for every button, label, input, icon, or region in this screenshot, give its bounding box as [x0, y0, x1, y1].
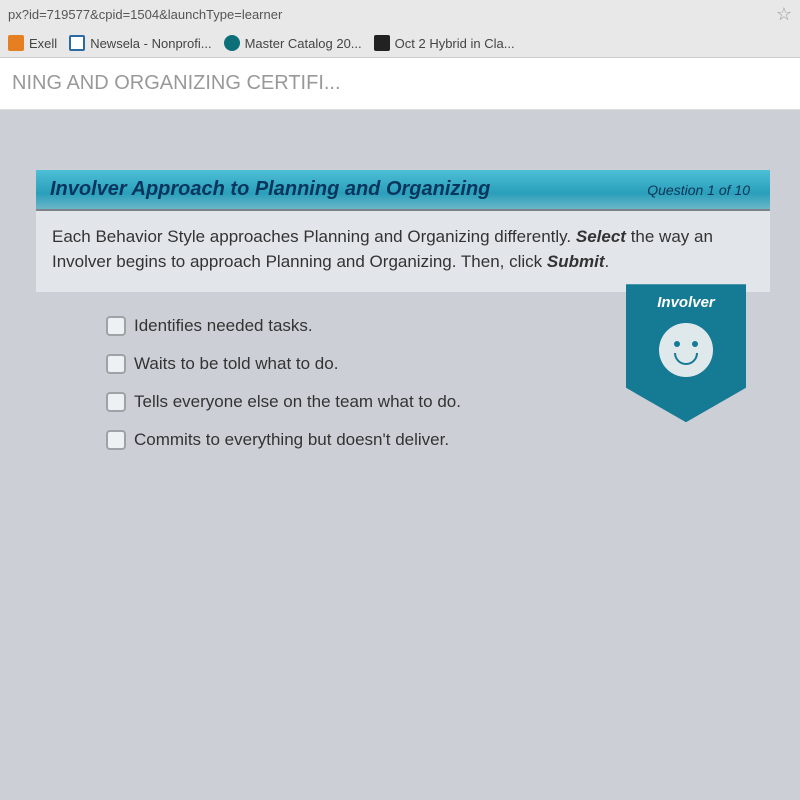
bookmark-label: Exell: [29, 36, 57, 51]
question-counter: Question 1 of 10: [647, 182, 750, 198]
option-text: Identifies needed tasks.: [134, 316, 313, 336]
option-text: Tells everyone else on the team what to …: [134, 392, 461, 412]
checkbox-icon[interactable]: [106, 430, 126, 450]
bookmark-label: Newsela - Nonprofi...: [90, 36, 211, 51]
question-header: Involver Approach to Planning and Organi…: [36, 170, 770, 211]
badge-label: Involver: [626, 294, 746, 311]
bookmark-oct2-hybrid[interactable]: Oct 2 Hybrid in Cla...: [374, 35, 515, 51]
bookmark-star-icon[interactable]: ☆: [776, 4, 792, 25]
bookmark-exell[interactable]: Exell: [8, 35, 57, 51]
quiz-content: Involver Approach to Planning and Organi…: [0, 110, 800, 800]
option-text: Commits to everything but doesn't delive…: [134, 430, 449, 450]
bookmark-label: Oct 2 Hybrid in Cla...: [395, 36, 515, 51]
bookmark-label: Master Catalog 20...: [245, 36, 362, 51]
url-fragment: px?id=719577&cpid=1504&launchType=learne…: [8, 7, 282, 22]
bookmark-icon: [374, 35, 390, 51]
address-bar: px?id=719577&cpid=1504&launchType=learne…: [0, 0, 800, 29]
smiley-face-icon: [659, 323, 713, 377]
bookmark-icon: [8, 35, 24, 51]
bookmark-icon: [69, 35, 85, 51]
checkbox-icon[interactable]: [106, 316, 126, 336]
bookmark-newsela[interactable]: Newsela - Nonprofi...: [69, 35, 211, 51]
checkbox-icon[interactable]: [106, 354, 126, 374]
bookmark-icon: [224, 35, 240, 51]
answers-area: Involver Identifies needed tasks. Waits …: [36, 292, 770, 478]
checkbox-icon[interactable]: [106, 392, 126, 412]
bookmarks-bar: Exell Newsela - Nonprofi... Master Catal…: [0, 29, 800, 58]
option-text: Waits to be told what to do.: [134, 354, 338, 374]
bookmark-master-catalog[interactable]: Master Catalog 20...: [224, 35, 362, 51]
question-title: Involver Approach to Planning and Organi…: [50, 178, 490, 201]
option-4[interactable]: Commits to everything but doesn't delive…: [106, 430, 760, 450]
question-prompt: Each Behavior Style approaches Planning …: [36, 211, 770, 292]
course-title: NING AND ORGANIZING CERTIFI...: [0, 58, 800, 110]
